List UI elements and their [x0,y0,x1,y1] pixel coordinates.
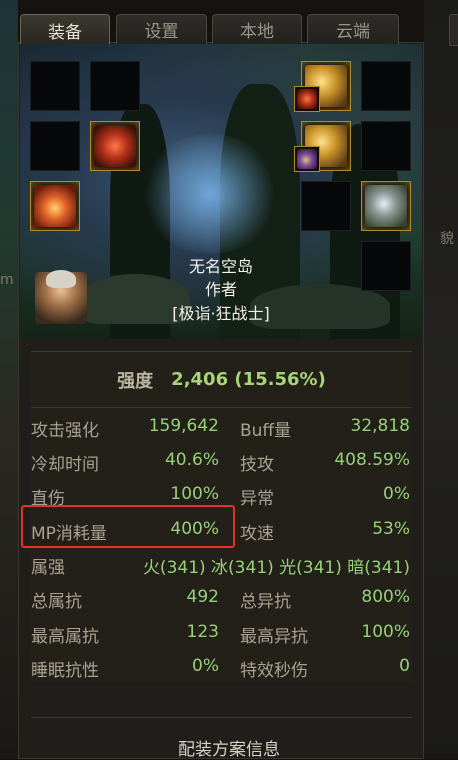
title-slot[interactable] [294,86,320,112]
stat-label: 最高异抗 [240,627,308,647]
stat-value: 0% [192,656,219,676]
character-subtitle: 作者 [204,280,237,299]
stat-label: 属强 [31,558,65,578]
equip-slot[interactable] [30,181,80,231]
stat-label: 冷却时间 [31,455,99,475]
tab-local[interactable]: 本地 [212,14,302,44]
red-gauntlet-icon [94,125,136,167]
tab-equipment[interactable]: 装备 [20,14,110,45]
stat-label: 攻击强化 [31,421,99,441]
stat-value: 100% [361,622,410,642]
character-name: 无名空岛 [188,257,253,276]
stat-value: 800% [361,587,410,607]
red-dragon-title-icon [297,89,317,109]
build-plan-info-title[interactable]: 配装方案信息 [0,735,458,760]
stat-value: 159,642 [148,416,219,436]
stat-label: 异常 [240,489,274,509]
stat-label: Buff量 [240,421,292,441]
stat-value: 492 [186,587,219,607]
next-window-tab-edge[interactable] [449,14,458,46]
stat-value: 0 [399,656,410,676]
strength-row: 强度 2,406 (15.56%) [31,352,412,407]
background-left-scene [0,0,18,759]
stat-label: 技攻 [240,455,274,475]
equip-slot-empty[interactable] [301,181,351,231]
character-class: [极诣·狂战士] [172,304,270,323]
stat-value: 100% [170,484,219,504]
stat-label: 总异抗 [240,592,291,612]
stat-value: 32,818 [350,416,410,436]
edge-fragment-right: 貌 [440,231,454,247]
equip-slot-empty[interactable] [361,61,411,111]
elemental-strength-values: 火(341) 冰(341) 光(341) 暗(341) [142,558,410,578]
equip-slot-empty[interactable] [30,121,80,171]
mp-cost-highlight-box [21,505,235,548]
equip-slot-empty[interactable] [30,61,80,111]
fire-armor-icon [34,185,76,227]
stat-label: 攻速 [240,524,274,544]
background-right-scene [424,0,458,759]
stat-label: 睡眠抗性 [31,661,99,681]
stat-label: 最高属抗 [31,627,99,647]
equip-slot-empty[interactable] [90,61,140,111]
steel-ring-icon [365,185,407,227]
stat-value: 408.59% [334,450,410,470]
purple-hammer-icon [297,149,317,169]
stat-label: 特效秒伤 [240,661,308,681]
equip-slot[interactable] [361,181,411,231]
equip-slot-empty[interactable] [361,121,411,171]
tab-cloud[interactable]: 云端 [307,14,399,44]
equip-slot[interactable] [90,121,140,171]
stat-label: 总属抗 [31,592,82,612]
strength-label: 强度 [117,370,154,392]
sub-equip-slot[interactable] [294,146,320,172]
tab-settings[interactable]: 设置 [116,14,207,44]
stat-value: 0% [383,484,410,504]
strength-divider [31,407,412,408]
stat-value: 53% [372,519,410,539]
stat-value: 123 [186,622,219,642]
stat-value: 40.6% [164,450,219,470]
footer-divider [31,717,412,718]
strength-value: 2,406 (15.56%) [171,369,326,390]
